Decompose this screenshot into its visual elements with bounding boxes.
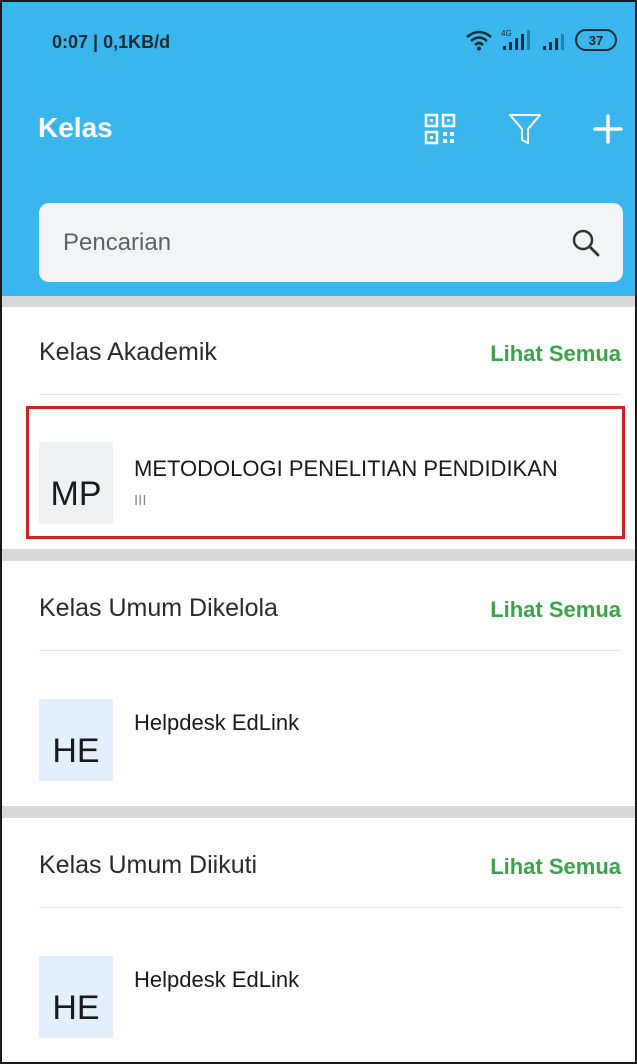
add-icon [593,114,623,144]
class-item-metodologi[interactable]: MP METODOLOGI PENELITIAN PENDIDIKAN III [2,406,635,539]
network-type-label: 4G [501,29,512,38]
battery-icon: 37 [575,29,617,51]
row-divider [39,650,621,651]
signal-icon [541,28,569,52]
class-name: METODOLOGI PENELITIAN PENDIDIKAN [134,456,558,481]
status-icons: 4G 37 [465,28,617,52]
qr-code-icon [424,113,456,145]
class-subtitle: III [134,492,147,509]
row-divider [39,394,621,395]
see-all-link-kelas-akademik[interactable]: Lihat Semua [490,341,621,367]
search-icon[interactable] [571,228,601,258]
section-title-kelas-umum-dikelola: Kelas Umum Dikelola [39,594,278,622]
search-bar[interactable] [39,203,623,282]
filter-icon [509,114,541,144]
filter-button[interactable] [500,104,550,154]
class-name: Helpdesk EdLink [134,710,300,735]
qr-code-button[interactable] [415,104,465,154]
row-divider [39,907,621,908]
wifi-icon [465,29,493,51]
status-time: 0:07 | 0,1KB/d [52,32,171,52]
signal-4g-icon: 4G [499,28,535,52]
app-header: 0:07 | 0,1KB/d 4G 37 Kelas Pencarian [2,2,635,296]
page-title: Kelas [38,112,113,143]
class-avatar: HE [39,699,113,781]
class-avatar: HE [39,956,113,1038]
section-divider [2,549,635,561]
section-title-kelas-akademik: Kelas Akademik [39,338,217,366]
class-avatar: MP [39,442,113,524]
search-input[interactable] [61,227,571,258]
see-all-link-kelas-umum-dikelola[interactable]: Lihat Semua [490,597,621,623]
see-all-link-kelas-umum-diikuti[interactable]: Lihat Semua [490,854,621,880]
section-title-kelas-umum-diikuti: Kelas Umum Diikuti [39,851,258,879]
class-item-helpdesk-dikelola[interactable]: HE Helpdesk EdLink [2,662,635,802]
section-divider [2,296,635,307]
class-item-helpdesk-diikuti[interactable]: HE Helpdesk EdLink [2,919,635,1059]
add-button[interactable] [583,104,633,154]
section-divider [2,806,635,818]
app-screen: 0:07 | 0,1KB/d 4G 37 Kelas Pencarian Kel… [0,0,637,1064]
class-name: Helpdesk EdLink [134,967,300,992]
